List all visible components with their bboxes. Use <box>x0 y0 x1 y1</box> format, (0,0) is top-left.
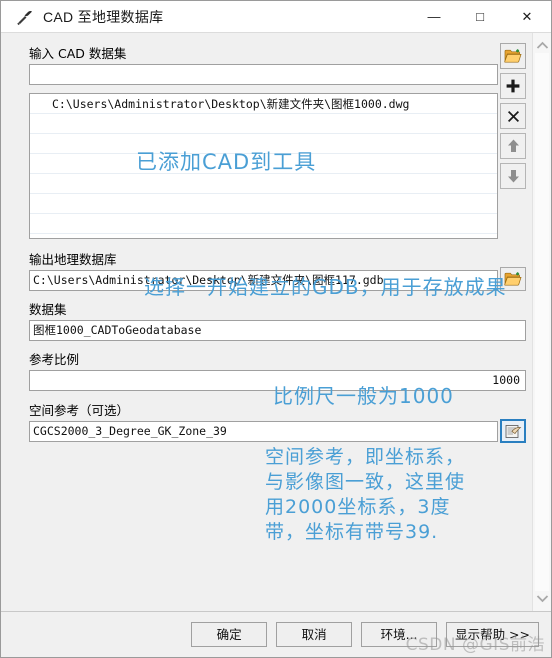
reference-scale-label: 参考比例 <box>29 352 80 367</box>
window-title: CAD 至地理数据库 <box>43 8 164 25</box>
input-cad-dataset-label: 输入 CAD 数据集 <box>29 46 127 61</box>
annotation-spatial-ref-note: 空间参考，即坐标系，与影像图一致，这里使用2000坐标系，3度带，坐标有带号39… <box>265 446 466 544</box>
dataset-field: 数据集 图框1000_CADToGeodatabase <box>1 299 532 341</box>
spatial-reference-label: 空间参考（可选） <box>29 403 130 418</box>
dataset-input[interactable]: 图框1000_CADToGeodatabase <box>29 320 526 341</box>
reference-scale-field: 参考比例 1000 <box>1 349 532 391</box>
reference-scale-input[interactable]: 1000 <box>29 370 526 391</box>
window-controls: — □ ✕ <box>411 1 551 32</box>
spatial-reference-properties-icon[interactable] <box>500 419 526 443</box>
form-content: 输入 CAD 数据集 C:\Users\Administrator\Deskto… <box>1 33 532 611</box>
close-button[interactable]: ✕ <box>503 1 551 32</box>
output-geodatabase-label: 输出地理数据库 <box>29 252 117 267</box>
show-help-button[interactable]: 显示帮助 >> <box>446 622 539 647</box>
vertical-scrollbar[interactable] <box>532 33 551 611</box>
spatial-reference-input[interactable]: CGCS2000_3_Degree_GK_Zone_39 <box>29 421 498 442</box>
cad-to-geodatabase-dialog: CAD 至地理数据库 — □ ✕ 输入 CAD 数据集 C:\Users\Adm… <box>0 0 552 658</box>
scrollbar-track[interactable] <box>535 53 549 591</box>
scroll-up-icon[interactable] <box>534 37 551 54</box>
environments-button[interactable]: 环境... <box>361 622 438 647</box>
output-geodatabase-field: 输出地理数据库 C:\Users\Administrator\Desktop\新… <box>1 249 532 291</box>
minimize-button[interactable]: — <box>411 1 457 32</box>
input-cad-dataset-field: 输入 CAD 数据集 <box>1 43 532 85</box>
ok-button[interactable]: 确定 <box>191 622 268 647</box>
output-geodatabase-input[interactable]: C:\Users\Administrator\Desktop\新建文件夹\图框1… <box>29 270 498 291</box>
browse-output-geodatabase-button[interactable] <box>500 267 526 291</box>
hammer-tool-icon <box>13 5 37 29</box>
dialog-body: 输入 CAD 数据集 C:\Users\Administrator\Deskto… <box>1 33 551 611</box>
scroll-down-icon[interactable] <box>534 590 551 607</box>
list-rowlines <box>30 94 497 238</box>
input-cad-dataset-input[interactable] <box>29 64 498 85</box>
dataset-label: 数据集 <box>29 302 67 317</box>
maximize-button[interactable]: □ <box>457 1 503 32</box>
list-item[interactable]: C:\Users\Administrator\Desktop\新建文件夹\图框1… <box>30 96 497 112</box>
input-cad-list[interactable]: C:\Users\Administrator\Desktop\新建文件夹\图框1… <box>29 93 498 239</box>
dialog-footer: 确定 取消 环境... 显示帮助 >> CSDN @GIS前浩 <box>1 611 551 657</box>
input-cad-list-field: C:\Users\Administrator\Desktop\新建文件夹\图框1… <box>1 93 532 239</box>
title-bar: CAD 至地理数据库 — □ ✕ <box>1 1 551 33</box>
cancel-button[interactable]: 取消 <box>276 622 353 647</box>
spatial-reference-field: 空间参考（可选） CGCS2000_3_Degree_GK_Zone_39 <box>1 400 532 443</box>
